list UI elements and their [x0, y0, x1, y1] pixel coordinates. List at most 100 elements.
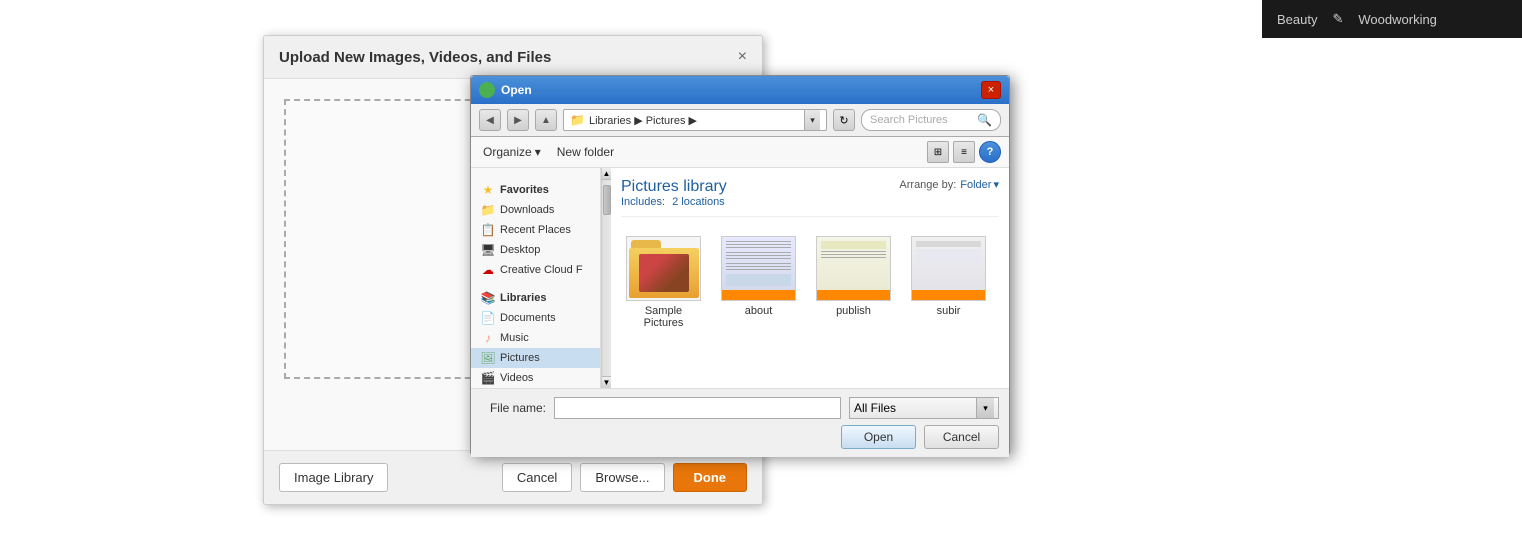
done-button[interactable]: Done — [673, 463, 748, 492]
recent-places-label: Recent Places — [500, 224, 571, 236]
titlebar-left: Open — [479, 82, 532, 98]
documents-icon: 📄 — [481, 311, 495, 325]
arrange-by-value[interactable]: Folder ▾ — [960, 178, 999, 191]
library-icon: 📚 — [481, 291, 495, 305]
libraries-section: 📚 Libraries 📄 Documents ♪ Music 🖼 Pictur… — [471, 284, 600, 388]
up-button[interactable]: ▲ — [535, 109, 557, 131]
publish-screenshot — [817, 237, 890, 300]
favorites-label: Favorites — [500, 184, 549, 196]
videos-icon: 🎬 — [481, 371, 495, 385]
sidebar-container: ★ Favorites 📁 Downloads 📋 Recent Places … — [471, 168, 611, 388]
publish-header-bar — [821, 241, 886, 249]
window-close-button[interactable]: × — [981, 81, 1001, 99]
upload-dialog-title: Upload New Images, Videos, and Files — [279, 49, 551, 66]
pictures-label: Pictures — [500, 352, 540, 364]
videos-label: Videos — [500, 372, 533, 384]
sidebar-item-downloads[interactable]: 📁 Downloads — [471, 200, 600, 220]
file-item-publish[interactable]: publish — [811, 232, 896, 333]
pictures-icon: 🖼 — [481, 351, 495, 365]
publish-thumbnail — [816, 236, 891, 301]
search-placeholder: Search Pictures — [870, 114, 948, 126]
file-grid: Sample Pictures about — [621, 227, 999, 338]
top-nav-bar: Beauty ✎ Woodworking — [1262, 0, 1522, 38]
documents-label: Documents — [500, 312, 556, 324]
screenshot-lines-1 — [726, 241, 791, 249]
screenshot-lines-3 — [726, 263, 791, 271]
sidebar-item-creative-cloud[interactable]: ☁ Creative Cloud F — [471, 260, 600, 280]
folder-image — [639, 254, 689, 292]
sidebar-item-videos[interactable]: 🎬 Videos — [471, 368, 600, 388]
file-name-input[interactable] — [554, 397, 841, 419]
upload-dialog-footer: Image Library Cancel Browse... Done — [264, 450, 762, 504]
file-item-subir[interactable]: subir — [906, 232, 991, 333]
folder-body — [629, 248, 699, 298]
file-type-dropdown-icon[interactable]: ▾ — [976, 398, 994, 418]
sidebar-item-music[interactable]: ♪ Music — [471, 328, 600, 348]
sample-pictures-thumbnail — [626, 236, 701, 301]
file-name-subir: subir — [937, 305, 961, 317]
image-library-button[interactable]: Image Library — [279, 463, 388, 492]
open-cancel-row: Open Cancel — [481, 425, 999, 449]
help-button[interactable]: ? — [979, 141, 1001, 163]
screenshot-orange-bar — [722, 290, 795, 300]
toolbar-left: Organize ▾ New folder — [479, 143, 618, 161]
address-input[interactable]: 📁 Libraries ▶ Pictures ▶ ▾ — [563, 109, 827, 131]
star-icon: ★ — [481, 183, 495, 197]
library-subtitle: Includes: 2 locations — [621, 196, 727, 208]
file-type-label: All Files — [854, 401, 976, 415]
view-button-1[interactable]: ⊞ — [927, 141, 949, 163]
dialog-open-button[interactable]: Open — [841, 425, 916, 449]
file-main-area: Pictures library Includes: 2 locations A… — [611, 168, 1009, 388]
forward-button[interactable]: ▶ — [507, 109, 529, 131]
sidebar-item-pictures[interactable]: 🖼 Pictures — [471, 348, 600, 368]
nav-woodworking[interactable]: Woodworking — [1358, 12, 1437, 27]
refresh-button[interactable]: ↻ — [833, 109, 855, 131]
sidebar-favorites-header: ★ Favorites — [471, 180, 600, 200]
sidebar-scrollbar[interactable]: ▲ ▼ — [601, 168, 611, 388]
sidebar-item-documents[interactable]: 📄 Documents — [471, 308, 600, 328]
file-name-sample-pictures: Sample Pictures — [625, 305, 702, 329]
address-icon: 📁 — [570, 113, 585, 127]
subir-thumbnail — [911, 236, 986, 301]
organize-button[interactable]: Organize ▾ — [479, 143, 545, 161]
music-label: Music — [500, 332, 529, 344]
open-dialog-titlebar: Open × — [471, 76, 1009, 104]
library-title-section: Pictures library Includes: 2 locations — [621, 178, 727, 208]
favorites-section: ★ Favorites 📁 Downloads 📋 Recent Places … — [471, 176, 600, 284]
organize-arrow-icon: ▾ — [535, 145, 541, 159]
toolbar-right: ⊞ ≡ ? — [927, 141, 1001, 163]
upload-cancel-button[interactable]: Cancel — [502, 463, 572, 492]
back-button[interactable]: ◀ — [479, 109, 501, 131]
sidebar-item-desktop[interactable]: 🖥 Desktop — [471, 240, 600, 260]
cloud-icon: ☁ — [481, 263, 495, 277]
address-bar: ◀ ▶ ▲ 📁 Libraries ▶ Pictures ▶ ▾ ↻ Searc… — [471, 104, 1009, 137]
file-name-row: File name: All Files ▾ — [481, 397, 999, 419]
address-dropdown-button[interactable]: ▾ — [804, 110, 820, 130]
library-locations-link[interactable]: 2 locations — [672, 196, 725, 208]
dialog-cancel-button[interactable]: Cancel — [924, 425, 999, 449]
search-box[interactable]: Search Pictures 🔍 — [861, 109, 1001, 131]
file-item-about[interactable]: about — [716, 232, 801, 333]
creative-cloud-label: Creative Cloud F — [500, 264, 583, 276]
about-screenshot — [722, 237, 795, 300]
nav-beauty[interactable]: Beauty — [1277, 12, 1317, 27]
file-name-field-label: File name: — [481, 401, 546, 415]
new-folder-button[interactable]: New folder — [553, 143, 618, 161]
subir-content — [916, 249, 981, 263]
upload-dialog-close-button[interactable]: × — [738, 48, 747, 66]
desktop-label: Desktop — [500, 244, 540, 256]
file-type-select[interactable]: All Files ▾ — [849, 397, 999, 419]
music-icon: ♪ — [481, 331, 495, 345]
library-header: Pictures library Includes: 2 locations A… — [621, 178, 999, 217]
dialog-app-icon — [479, 82, 495, 98]
screenshot-lines-2 — [726, 252, 791, 260]
file-item-sample-pictures[interactable]: Sample Pictures — [621, 232, 706, 333]
publish-lines — [821, 251, 886, 259]
sidebar-item-recent-places[interactable]: 📋 Recent Places — [471, 220, 600, 240]
view-button-2[interactable]: ≡ — [953, 141, 975, 163]
browse-button[interactable]: Browse... — [580, 463, 664, 492]
publish-orange-bar — [817, 290, 890, 300]
libraries-label: Libraries — [500, 292, 546, 304]
arrange-by: Arrange by: Folder ▾ — [899, 178, 999, 191]
open-file-dialog: Open × ◀ ▶ ▲ 📁 Libraries ▶ Pictures ▶ ▾ … — [470, 75, 1010, 455]
